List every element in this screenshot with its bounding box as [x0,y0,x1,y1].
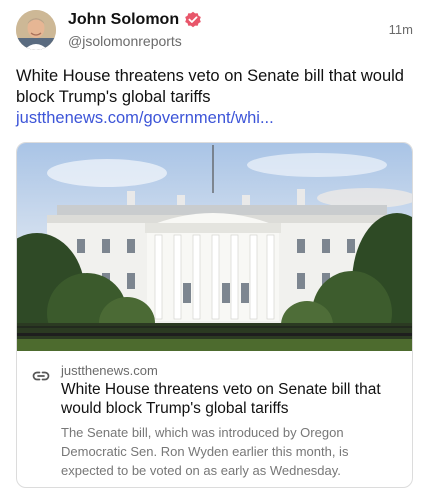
post: John Solomon @jsolomonreports 11m White … [0,0,429,500]
card-body: justthenews.com White House threatens ve… [17,351,412,480]
display-name[interactable]: John Solomon [68,11,179,29]
author-handle[interactable]: @jsolomonreports [68,33,202,49]
link-preview-card[interactable]: justthenews.com White House threatens ve… [16,142,413,488]
post-body: White House threatens veto on Senate bil… [16,66,411,129]
avatar[interactable] [16,10,56,50]
card-text: justthenews.com White House threatens ve… [61,363,400,480]
card-domain: justthenews.com [61,363,158,378]
card-image [17,143,412,351]
post-link[interactable]: justthenews.com/government/whi... [16,109,274,127]
avatar-photo [16,10,56,50]
display-name-row: John Solomon [68,10,202,30]
card-title[interactable]: White House threatens veto on Senate bil… [61,380,400,418]
post-text: White House threatens veto on Senate bil… [16,67,404,106]
verified-badge-icon [184,11,202,29]
card-description: The Senate bill, which was introduced by… [61,425,349,478]
author-names: John Solomon @jsolomonreports [68,10,202,49]
link-icon [31,366,51,386]
post-header: John Solomon @jsolomonreports 11m [16,10,413,54]
post-timestamp[interactable]: 11m [389,22,413,37]
